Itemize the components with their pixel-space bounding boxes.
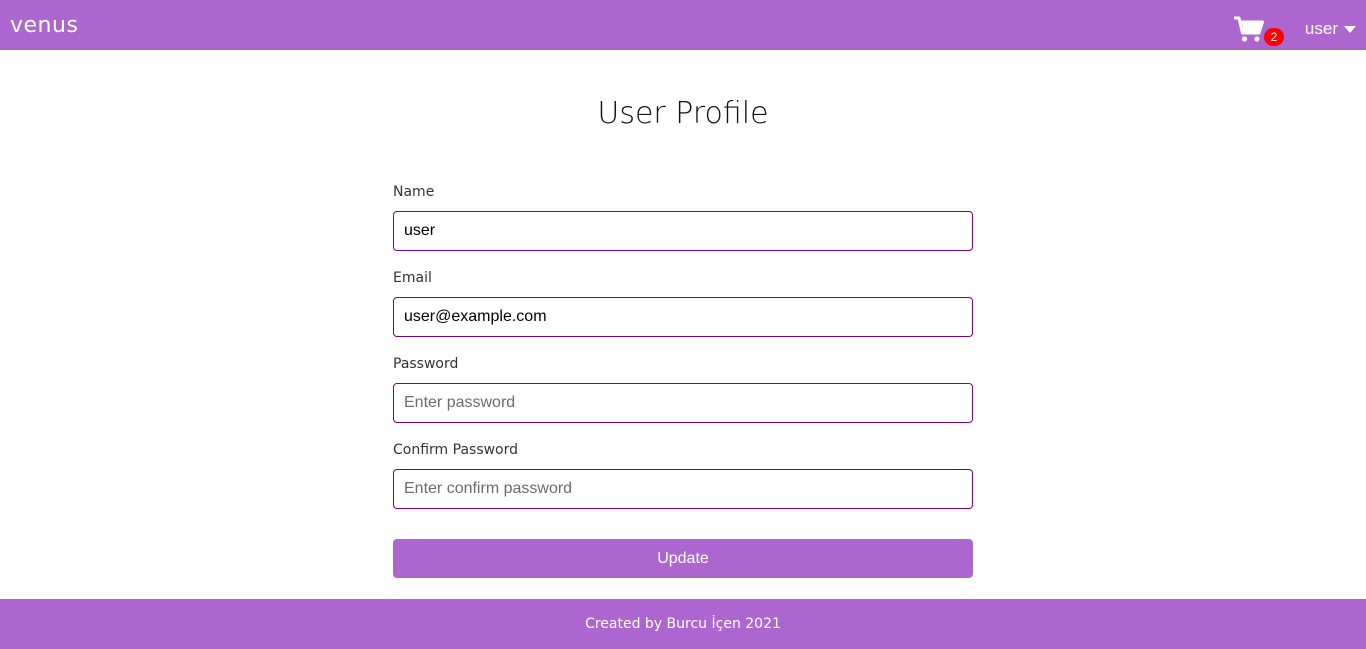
profile-form: Name Email Password Confirm Password Upd… bbox=[393, 182, 973, 578]
brand-logo[interactable]: venus bbox=[10, 13, 78, 38]
name-label: Name bbox=[393, 184, 435, 200]
footer-credit: Created by Burcu İçen 2021 bbox=[585, 616, 781, 632]
name-input[interactable] bbox=[393, 211, 973, 251]
email-label: Email bbox=[393, 270, 432, 286]
confirm-password-field-group: Confirm Password bbox=[393, 440, 973, 509]
name-field-group: Name bbox=[393, 182, 973, 251]
confirm-password-input[interactable] bbox=[393, 469, 973, 509]
cart-button[interactable]: 2 bbox=[1233, 5, 1284, 46]
footer: Created by Burcu İçen 2021 bbox=[0, 599, 1366, 649]
update-button[interactable]: Update bbox=[393, 539, 973, 578]
password-field-group: Password bbox=[393, 354, 973, 423]
user-dropdown-label: user bbox=[1304, 19, 1338, 38]
email-field-group: Email bbox=[393, 268, 973, 337]
email-input[interactable] bbox=[393, 297, 973, 337]
password-input[interactable] bbox=[393, 383, 973, 423]
navbar: venus 2 user bbox=[0, 0, 1366, 50]
password-label: Password bbox=[393, 356, 459, 372]
page-title: User Profile bbox=[597, 96, 769, 131]
cart-count-badge: 2 bbox=[1263, 28, 1284, 46]
shopping-cart-icon bbox=[1233, 16, 1264, 42]
user-dropdown[interactable]: user bbox=[1305, 19, 1356, 39]
navbar-right: 2 user bbox=[1233, 0, 1356, 50]
caret-down-icon bbox=[1344, 25, 1356, 33]
confirm-password-label: Confirm Password bbox=[393, 442, 519, 458]
